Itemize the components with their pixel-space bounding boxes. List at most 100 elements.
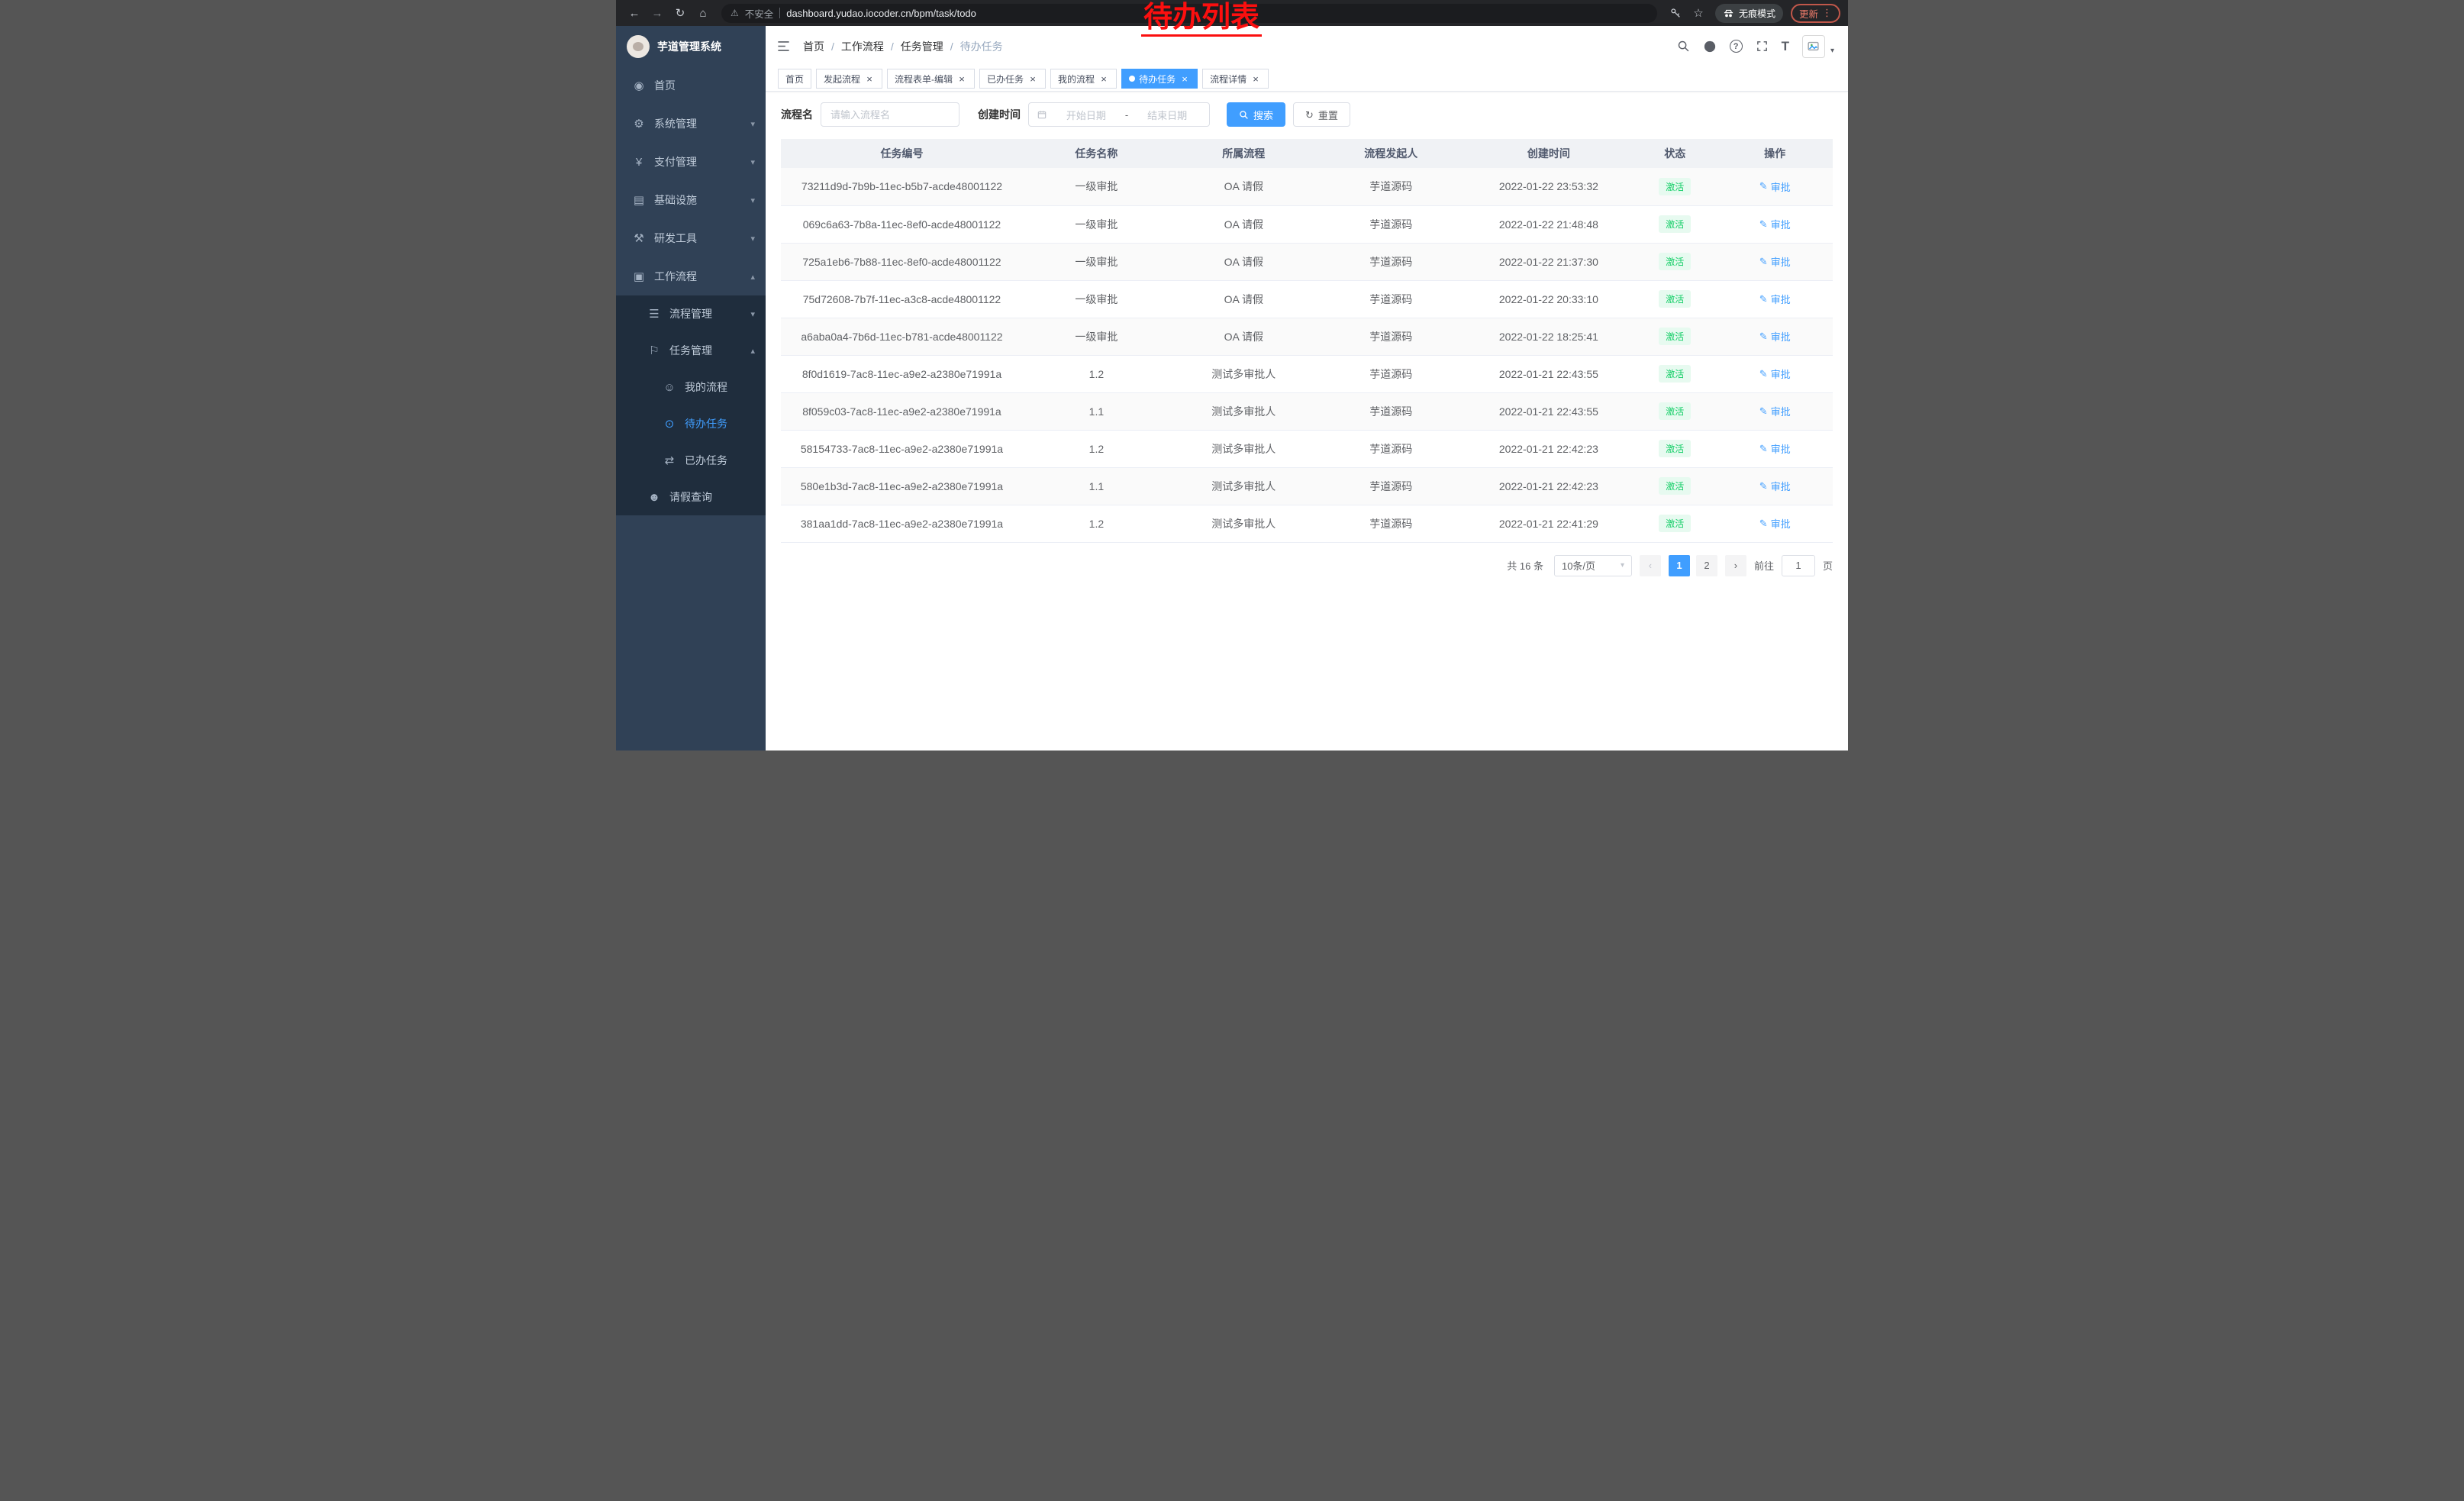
submenu-item[interactable]: ☺ 我的流程 bbox=[616, 369, 766, 405]
process-name-input[interactable] bbox=[821, 102, 959, 127]
menu-item[interactable]: ⚙ 系统管理 ▾ bbox=[616, 105, 766, 143]
start-date-placeholder: 开始日期 bbox=[1052, 108, 1121, 122]
menu-item[interactable]: ⚒ 研发工具 ▾ bbox=[616, 219, 766, 257]
github-icon[interactable] bbox=[1703, 40, 1717, 53]
incognito-icon bbox=[1723, 8, 1734, 19]
chevron-icon: ▾ bbox=[750, 309, 755, 319]
star-icon[interactable]: ☆ bbox=[1688, 2, 1709, 24]
prev-page-button[interactable]: ‹ bbox=[1640, 555, 1661, 576]
cell-process: OA 请假 bbox=[1170, 205, 1317, 243]
approve-link[interactable]: ✎ 审批 bbox=[1759, 179, 1791, 194]
tab[interactable]: 待办任务 × bbox=[1121, 69, 1198, 89]
tab[interactable]: 流程详情 × bbox=[1202, 69, 1269, 89]
edit-icon: ✎ bbox=[1759, 405, 1768, 418]
incognito-label: 无痕模式 bbox=[1739, 7, 1775, 20]
breadcrumb-item[interactable]: 待办任务 / bbox=[960, 39, 1003, 54]
menu-fold-icon[interactable] bbox=[776, 39, 791, 53]
key-icon[interactable] bbox=[1665, 2, 1686, 24]
page-size-select[interactable]: 10条/页 ▾ bbox=[1554, 555, 1632, 576]
page-number-button[interactable]: 1 bbox=[1669, 555, 1690, 576]
tab-close-icon[interactable]: × bbox=[1250, 73, 1261, 84]
status-badge: 激活 bbox=[1659, 253, 1691, 270]
search-button[interactable]: 搜索 bbox=[1227, 102, 1285, 127]
menu-label: 研发工具 bbox=[654, 231, 697, 246]
goto-page-input[interactable] bbox=[1782, 555, 1815, 576]
status-badge: 激活 bbox=[1659, 290, 1691, 308]
edit-icon: ✎ bbox=[1759, 480, 1768, 492]
help-icon[interactable]: ? bbox=[1730, 40, 1743, 53]
submenu-item[interactable]: ☻ 请假查询 bbox=[616, 479, 766, 515]
breadcrumb-item[interactable]: 工作流程 / bbox=[841, 39, 901, 54]
font-size-icon[interactable]: T bbox=[1782, 40, 1789, 53]
avatar[interactable] bbox=[1802, 35, 1825, 58]
page-numbers: 1 2 bbox=[1669, 555, 1717, 576]
approve-link[interactable]: ✎ 审批 bbox=[1759, 254, 1791, 269]
refresh-icon[interactable]: ↻ bbox=[669, 2, 691, 24]
cell-task-id: 580e1b3d-7ac8-11ec-a9e2-a2380e71991a bbox=[781, 467, 1023, 505]
cell-action: ✎ 审批 bbox=[1717, 205, 1833, 243]
tab[interactable]: 首页 × bbox=[778, 69, 811, 89]
approve-link[interactable]: ✎ 审批 bbox=[1759, 366, 1791, 381]
menu-item[interactable]: ◉ 首页 bbox=[616, 66, 766, 105]
approve-link[interactable]: ✎ 审批 bbox=[1759, 441, 1791, 456]
back-icon[interactable]: ← bbox=[624, 2, 645, 24]
approve-link[interactable]: ✎ 审批 bbox=[1759, 292, 1791, 306]
cell-initiator: 芋道源码 bbox=[1317, 430, 1465, 467]
status-badge: 激活 bbox=[1659, 328, 1691, 345]
date-range-picker[interactable]: 开始日期 - 结束日期 bbox=[1028, 102, 1210, 127]
menu-icon: ⚙ bbox=[630, 117, 648, 131]
approve-link[interactable]: ✎ 审批 bbox=[1759, 479, 1791, 493]
status-badge: 激活 bbox=[1659, 365, 1691, 383]
forward-icon[interactable]: → bbox=[647, 2, 668, 24]
cell-task-name: 1.2 bbox=[1023, 430, 1170, 467]
caret-down-icon[interactable]: ▾ bbox=[1830, 47, 1834, 55]
fullscreen-icon[interactable] bbox=[1756, 40, 1769, 53]
cell-created-time: 2022-01-22 21:48:48 bbox=[1465, 205, 1633, 243]
status-badge: 激活 bbox=[1659, 178, 1691, 195]
tab[interactable]: 流程表单-编辑 × bbox=[887, 69, 975, 89]
approve-link-label: 审批 bbox=[1771, 516, 1791, 531]
reset-button[interactable]: ↻ 重置 bbox=[1293, 102, 1350, 127]
refresh-icon: ↻ bbox=[1305, 110, 1314, 120]
menu-item[interactable]: ▣ 工作流程 ▴ bbox=[616, 257, 766, 295]
cell-status: 激活 bbox=[1633, 430, 1717, 467]
cell-action: ✎ 审批 bbox=[1717, 280, 1833, 318]
cell-created-time: 2022-01-22 23:53:32 bbox=[1465, 168, 1633, 205]
tab-close-icon[interactable]: × bbox=[956, 73, 967, 84]
breadcrumb-label: 任务管理 bbox=[901, 39, 943, 54]
search-icon bbox=[1239, 110, 1249, 120]
submenu-item[interactable]: ⚐ 任务管理 ▴ bbox=[616, 332, 766, 369]
approve-link[interactable]: ✎ 审批 bbox=[1759, 329, 1791, 344]
update-button[interactable]: 更新 ⋮ bbox=[1791, 4, 1840, 23]
cell-task-name: 1.2 bbox=[1023, 505, 1170, 542]
next-page-button[interactable]: › bbox=[1725, 555, 1746, 576]
submenu-item[interactable]: ⊙ 待办任务 bbox=[616, 405, 766, 442]
submenu-item[interactable]: ☰ 流程管理 ▾ bbox=[616, 295, 766, 332]
approve-link[interactable]: ✎ 审批 bbox=[1759, 217, 1791, 231]
table-row: 8f059c03-7ac8-11ec-a9e2-a2380e71991a 1.1… bbox=[781, 392, 1833, 430]
menu-item[interactable]: ▤ 基础设施 ▾ bbox=[616, 181, 766, 219]
submenu-item[interactable]: ⇄ 已办任务 bbox=[616, 442, 766, 479]
approve-link[interactable]: ✎ 审批 bbox=[1759, 516, 1791, 531]
breadcrumb-label: 待办任务 bbox=[960, 39, 1003, 54]
menu-icon: ¥ bbox=[630, 156, 648, 169]
cell-task-id: 381aa1dd-7ac8-11ec-a9e2-a2380e71991a bbox=[781, 505, 1023, 542]
tab[interactable]: 我的流程 × bbox=[1050, 69, 1117, 89]
tab-close-icon[interactable]: × bbox=[1098, 73, 1109, 84]
breadcrumb-item[interactable]: 任务管理 / bbox=[901, 39, 960, 54]
breadcrumb-separator: / bbox=[950, 40, 953, 53]
page-number-button[interactable]: 2 bbox=[1696, 555, 1717, 576]
tab-close-icon[interactable]: × bbox=[1179, 73, 1190, 84]
approve-link[interactable]: ✎ 审批 bbox=[1759, 404, 1791, 418]
search-icon[interactable] bbox=[1677, 40, 1690, 53]
breadcrumb: 首页 / 工作流程 / 任务管理 / bbox=[803, 39, 1003, 54]
menu-item[interactable]: ¥ 支付管理 ▾ bbox=[616, 143, 766, 181]
home-icon[interactable]: ⌂ bbox=[692, 2, 714, 24]
tab[interactable]: 已办任务 × bbox=[979, 69, 1046, 89]
tab[interactable]: 发起流程 × bbox=[816, 69, 882, 89]
tab-close-icon[interactable]: × bbox=[864, 73, 875, 84]
breadcrumb-item[interactable]: 首页 / bbox=[803, 39, 841, 54]
cell-status: 激活 bbox=[1633, 392, 1717, 430]
edit-icon: ✎ bbox=[1759, 218, 1768, 231]
tab-close-icon[interactable]: × bbox=[1027, 73, 1038, 84]
